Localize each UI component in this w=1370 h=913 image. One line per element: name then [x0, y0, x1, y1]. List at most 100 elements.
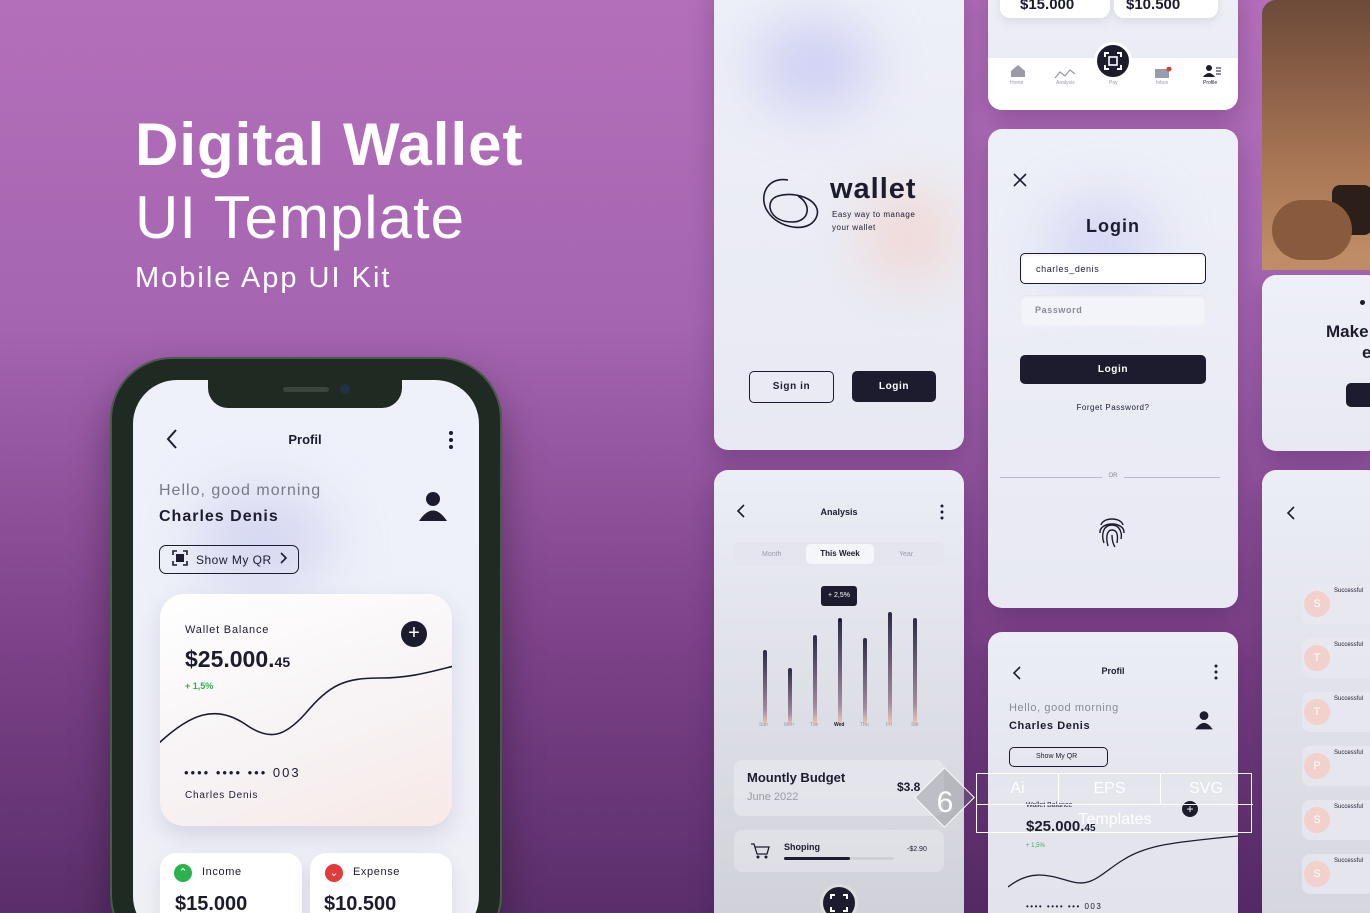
close-icon[interactable]	[1012, 172, 1028, 193]
profile-small-trend-line	[1008, 835, 1238, 888]
fingerprint-icon[interactable]	[1097, 513, 1127, 554]
login-submit-button[interactable]: Login	[1020, 355, 1206, 384]
shopping-progress	[784, 857, 850, 860]
phone-notch	[208, 380, 402, 408]
phone-camera	[340, 384, 350, 394]
onboarding-screen-partial: Make e	[1262, 275, 1370, 451]
income-label: Income	[202, 866, 242, 878]
onboarding-make-text: Make	[1326, 322, 1369, 341]
balance-trend-line	[160, 665, 452, 744]
history-status-5: Successful	[1334, 804, 1364, 810]
nav-pay[interactable]: Pay	[1109, 80, 1118, 86]
analysis-more-icon[interactable]	[940, 504, 944, 525]
brand-name: wallet	[830, 173, 917, 205]
strip-value-b: $10.500	[1126, 0, 1181, 13]
format-ai: Ai	[977, 774, 1059, 804]
profile-small-qr-button[interactable]: Show My QR	[1009, 747, 1108, 767]
pay-scan-button[interactable]	[1094, 42, 1132, 80]
login-screen: Login charles_denis Password Login Forge…	[988, 129, 1238, 608]
avatar-s1: S	[1304, 591, 1330, 617]
show-qr-label: Show My QR	[196, 552, 272, 567]
bar-wed	[838, 620, 842, 725]
wallet-balance-label: Wallet Balance	[185, 624, 270, 636]
sign-in-button[interactable]: Sign in	[749, 371, 834, 403]
card-number: •••• •••• ••• 003	[184, 765, 301, 780]
tagline-line-2: your wallet	[832, 223, 876, 232]
format-svg: SVG	[1189, 780, 1223, 797]
tab-month[interactable]: Month	[762, 551, 781, 558]
strip-value-a: $15.000	[1020, 0, 1075, 13]
day-wed: Wed	[834, 722, 845, 728]
avatar-t2: T	[1304, 699, 1330, 725]
history-back-icon[interactable]	[1286, 505, 1296, 526]
phone-speaker	[283, 387, 329, 392]
history-status-3: Successful	[1334, 696, 1364, 702]
forgot-password-link[interactable]: Forget Password?	[988, 403, 1238, 412]
expense-arrow-icon: ⌄	[325, 864, 343, 882]
shopping-value: -$2.90	[907, 846, 927, 853]
avatar-t1: T	[1304, 645, 1330, 671]
chart-tooltip: + 2,5%	[821, 586, 857, 606]
day-tue: Tue	[810, 722, 819, 728]
history-status-1: Successful	[1334, 588, 1364, 594]
expense-label: Expense	[353, 866, 401, 878]
nav-inbox[interactable]: Inbox	[1156, 80, 1168, 86]
income-arrow-icon: ⌃	[174, 864, 192, 882]
onboarding-e-text: e	[1362, 343, 1370, 362]
page-title: Profil	[288, 432, 322, 447]
tagline-line-1: Easy way to manage	[832, 210, 916, 219]
expense-value: $10.500	[324, 893, 397, 913]
avatar-s3: S	[1304, 861, 1330, 887]
templates-badge: 6 Ai EPS SVG Templates	[914, 767, 1253, 835]
password-input[interactable]: Password	[1020, 295, 1206, 326]
selected-bar-dot	[838, 618, 842, 622]
login-button[interactable]: Login	[852, 371, 936, 402]
profile-small-greeting: Hello, good morning	[1009, 702, 1119, 714]
tab-year[interactable]: Year	[899, 551, 913, 558]
nav-analysis[interactable]: Analysis	[1056, 80, 1075, 86]
cart-icon	[750, 842, 770, 865]
history-screen-partial: S Successful T Successful T Successful P…	[1262, 470, 1370, 913]
day-sun: Sun	[759, 722, 768, 728]
profile-more-icon[interactable]	[1214, 664, 1218, 685]
tab-this-week[interactable]: This Week	[806, 544, 874, 564]
more-icon[interactable]	[448, 430, 454, 455]
profile-small-card-number: •••• •••• ••• 003	[1026, 902, 1103, 911]
dashboard-screen-partial: $15.000 $10.500 Home Analysis Pay Inbox …	[988, 0, 1238, 110]
badge-formats: Ai EPS SVG Templates	[976, 773, 1253, 833]
hero-kit-label: Mobile App UI Kit	[135, 262, 392, 294]
budget-date: June 2022	[747, 791, 799, 803]
chevron-right-icon	[280, 552, 288, 567]
nav-home[interactable]: Home	[1010, 80, 1023, 86]
photo-panel	[1262, 0, 1370, 270]
show-qr-button[interactable]: Show My QR	[159, 545, 299, 574]
bar-tue	[813, 635, 817, 725]
username-input[interactable]: charles_denis	[1020, 253, 1206, 284]
avatar-icon[interactable]	[418, 490, 448, 527]
bar-fri	[888, 612, 892, 725]
day-mon: Mon	[784, 722, 794, 728]
bar-sat	[913, 618, 917, 725]
or-label: OR	[1102, 473, 1124, 479]
bar-mon	[788, 668, 792, 725]
onboarding-button[interactable]	[1346, 383, 1370, 407]
splash-screen: wallet Easy way to manage your wallet Si…	[714, 0, 964, 450]
bar-thu	[863, 638, 867, 725]
wallet-logo-icon	[763, 178, 819, 229]
greeting-text: Hello, good morning	[159, 482, 322, 499]
hero-subtitle: UI Template	[135, 184, 466, 251]
add-icon[interactable]: +	[401, 621, 427, 647]
history-status-2: Successful	[1334, 642, 1364, 648]
login-title: Login	[1086, 216, 1140, 236]
profile-small-avatar-icon[interactable]	[1194, 710, 1214, 735]
profile-small-name: Charles Denis	[1009, 720, 1091, 732]
history-status-4: Successful	[1334, 750, 1364, 756]
bar-sun	[763, 650, 767, 725]
analysis-pay-button[interactable]	[820, 884, 858, 913]
format-eps: EPS	[1059, 774, 1161, 804]
day-sat: Sat	[911, 722, 919, 728]
nav-profile[interactable]: Profile	[1203, 80, 1217, 86]
profile-small-title: Profil	[1101, 666, 1125, 676]
back-icon[interactable]	[165, 428, 179, 457]
history-status-6: Successful	[1334, 858, 1364, 864]
